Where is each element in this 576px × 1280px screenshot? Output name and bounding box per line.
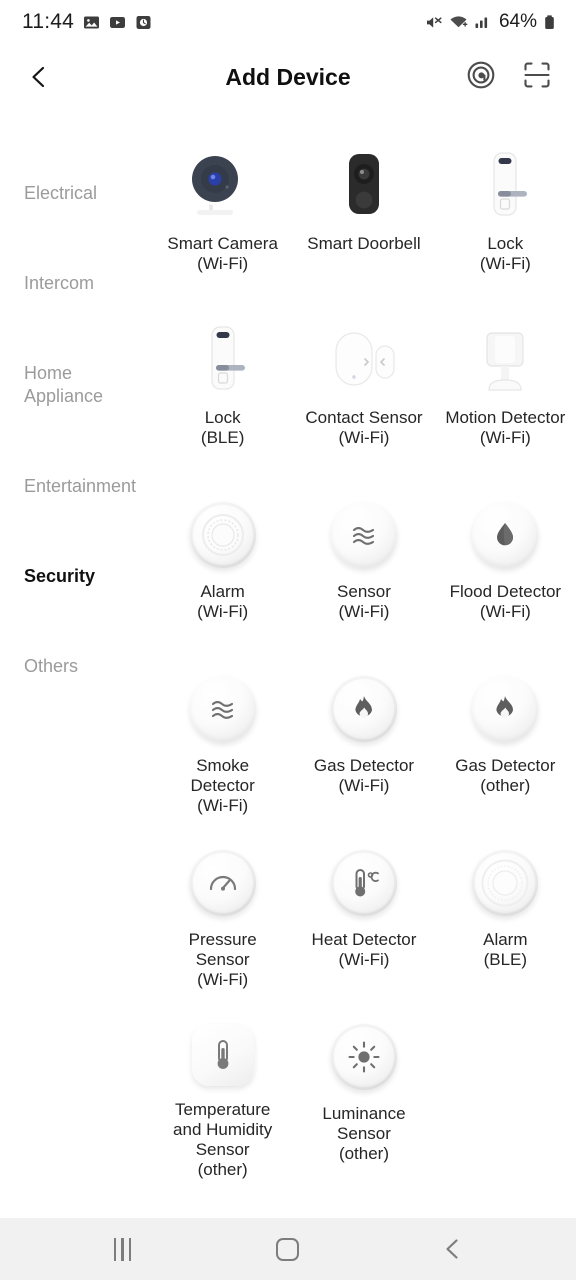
wave-sensor-icon (182, 668, 264, 750)
sidebar-item-intercom[interactable]: Intercom (24, 272, 144, 295)
status-bar-right: 64% (424, 11, 556, 33)
gallery-icon (84, 16, 99, 28)
status-bar: 11:44 64% (0, 0, 576, 44)
device-label: Pressure Sensor (Wi-Fi) (188, 930, 257, 989)
device-label: Alarm (Wi-Fi) (197, 582, 249, 621)
device-tile-smart-camera-wifi[interactable]: Smart Camera (Wi-Fi) (152, 136, 293, 310)
device-grid-wrap: Smart Camera (Wi-Fi) Smart Doorbell Lock… (152, 110, 576, 1218)
device-tile-motion-detector-wifi[interactable]: Motion Detector (Wi-Fi) (435, 310, 576, 484)
cellular-signal-icon (475, 17, 488, 28)
door-lock-icon (182, 320, 264, 402)
sidebar-item-home-appliance[interactable]: Home Appliance (24, 362, 144, 408)
device-label: Sensor (Wi-Fi) (337, 582, 391, 621)
qr-scan-icon (524, 62, 550, 87)
device-label: Lock (Wi-Fi) (479, 234, 531, 273)
device-tile-alarm-wifi[interactable]: Alarm (Wi-Fi) (152, 484, 293, 658)
device-tile-pressure-sensor-wifi[interactable]: Pressure Sensor (Wi-Fi) (152, 832, 293, 1006)
device-label: Flood Detector (Wi-Fi) (449, 582, 562, 621)
device-label: Motion Detector (Wi-Fi) (445, 408, 566, 447)
water-drop-icon (464, 494, 546, 576)
device-label: Gas Detector (Wi-Fi) (313, 756, 415, 795)
device-tile-smoke-detector-wifi[interactable]: Smoke Detector (Wi-Fi) (152, 658, 293, 832)
android-nav-bar (0, 1218, 576, 1280)
recents-icon (113, 1237, 132, 1261)
sidebar-item-electrical[interactable]: Electrical (24, 182, 144, 205)
battery-percent: 64% (498, 11, 537, 32)
device-label: Lock (BLE) (200, 408, 245, 447)
device-label: Gas Detector (other) (455, 756, 556, 795)
alarm-clock-icon (136, 15, 151, 29)
device-tile-lock-wifi[interactable]: Lock (Wi-Fi) (435, 136, 576, 310)
wave-sensor-icon (323, 494, 405, 576)
battery-icon (545, 14, 554, 29)
flame-icon (323, 668, 405, 750)
back-chevron-icon (446, 1239, 458, 1259)
device-tile-contact-sensor-wifi[interactable]: Contact Sensor (Wi-Fi) (293, 310, 434, 484)
chevron-left-icon (32, 66, 45, 88)
radar-scan-button[interactable] (466, 60, 496, 95)
sidebar-item-others[interactable]: Others (24, 655, 144, 678)
device-label: Smart Doorbell (307, 234, 421, 253)
app-bar: Add Device (0, 44, 576, 110)
gauge-icon (182, 842, 264, 924)
device-tile-flood-detector-wifi[interactable]: Flood Detector (Wi-Fi) (435, 484, 576, 658)
category-sidebar: Electrical Intercom Home Appliance Enter… (0, 110, 152, 1218)
wifi-icon (450, 15, 468, 27)
device-label: Heat Detector (Wi-Fi) (311, 930, 417, 969)
device-tile-heat-detector-wifi[interactable]: Heat Detector (Wi-Fi) (293, 832, 434, 1006)
device-label: Smart Camera (Wi-Fi) (167, 234, 278, 273)
thermometer-celsius-icon (323, 842, 405, 924)
qr-scan-button[interactable] (522, 60, 552, 95)
device-tile-empty (435, 1006, 576, 1180)
device-tile-lock-ble[interactable]: Lock (BLE) (152, 310, 293, 484)
device-tile-temperature-humidity-sensor-other[interactable]: Temperature and Humidity Sensor (other) (152, 1006, 293, 1180)
phone-screen: 11:44 64% Add Device Electrical Intercom… (0, 0, 576, 1280)
alarm-puck-icon (182, 494, 264, 576)
smart-doorbell-icon (323, 146, 405, 228)
device-grid: Smart Camera (Wi-Fi) Smart Doorbell Lock… (152, 136, 576, 1180)
mute-icon (426, 16, 442, 28)
back-button[interactable] (22, 60, 56, 94)
device-label: Alarm (BLE) (483, 930, 528, 969)
sidebar-item-security[interactable]: Security (24, 565, 144, 588)
device-tile-gas-detector-wifi[interactable]: Gas Detector (Wi-Fi) (293, 658, 434, 832)
radar-scan-icon (467, 61, 495, 88)
status-bar-left: 11:44 (22, 10, 152, 34)
device-label: Smoke Detector (Wi-Fi) (190, 756, 255, 815)
flame-icon (464, 668, 546, 750)
device-tile-alarm-ble[interactable]: Alarm (BLE) (435, 832, 576, 1006)
status-time: 11:44 (22, 10, 74, 33)
door-lock-icon (464, 146, 546, 228)
nav-home-button[interactable] (258, 1227, 318, 1271)
device-label: Contact Sensor (Wi-Fi) (305, 408, 423, 447)
device-tile-gas-detector-other[interactable]: Gas Detector (other) (435, 658, 576, 832)
sidebar-item-entertainment[interactable]: Entertainment (24, 475, 144, 498)
motion-detector-icon (464, 320, 546, 402)
home-icon (276, 1237, 300, 1261)
nav-back-button[interactable] (423, 1227, 483, 1271)
app-bar-actions (466, 60, 552, 95)
device-tile-luminance-sensor-other[interactable]: Luminance Sensor (other) (293, 1006, 434, 1180)
video-player-icon (110, 16, 125, 28)
sun-icon (323, 1016, 405, 1098)
device-label: Luminance Sensor (other) (322, 1104, 406, 1163)
device-label: Temperature and Humidity Sensor (other) (173, 1100, 273, 1179)
device-tile-smart-doorbell[interactable]: Smart Doorbell (293, 136, 434, 310)
smart-camera-icon (182, 146, 264, 228)
contact-sensor-icon (323, 320, 405, 402)
thermometer-square-icon (182, 1016, 264, 1094)
content-area: Electrical Intercom Home Appliance Enter… (0, 110, 576, 1218)
alarm-puck-icon (464, 842, 546, 924)
nav-recents-button[interactable] (93, 1227, 153, 1271)
device-tile-sensor-wifi[interactable]: Sensor (Wi-Fi) (293, 484, 434, 658)
